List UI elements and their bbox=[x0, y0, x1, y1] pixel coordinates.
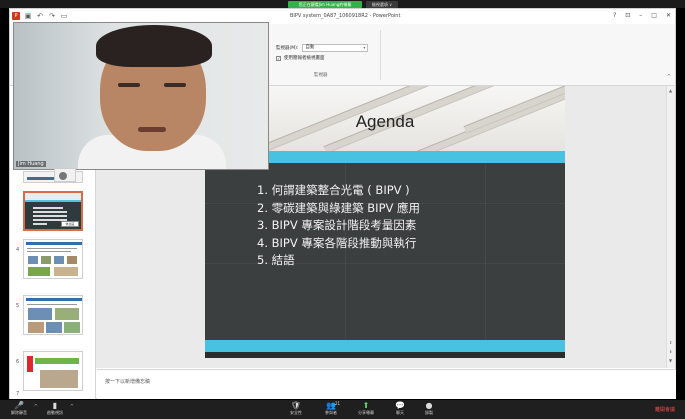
microphone-icon: 🎤 bbox=[14, 401, 24, 410]
thumbnail-number: 5 bbox=[16, 303, 20, 309]
shield-icon: 🛡 bbox=[290, 401, 302, 410]
window-title: BIPV system_0A87_1060918R2 - PowerPoint bbox=[290, 13, 401, 19]
chevron-up-icon[interactable]: ^ bbox=[70, 404, 74, 410]
record-button[interactable]: ● 錄製 bbox=[414, 401, 444, 416]
slide-thumbnail[interactable] bbox=[23, 295, 83, 335]
chat-icon: 💬 bbox=[395, 401, 405, 410]
collapse-ribbon-icon[interactable]: ^ bbox=[667, 74, 671, 80]
thumbnail-number: 7 bbox=[16, 391, 20, 397]
chevron-down-icon: ▾ bbox=[363, 45, 366, 50]
start-slideshow-icon[interactable]: ▭ bbox=[60, 12, 68, 20]
previous-slide-icon[interactable]: ⇞ bbox=[669, 340, 672, 345]
save-icon[interactable]: ▣ bbox=[24, 12, 32, 20]
presenter-view-label: 使用簡報者檢視畫面 bbox=[284, 56, 325, 61]
agenda-list: 1. 何謂建築整合光電 ( BIPV ) 2. 零碳建築與綠建築 BIPV 應用… bbox=[257, 182, 420, 270]
person-icon bbox=[59, 172, 67, 180]
participant-name-label: Jim Huang bbox=[16, 161, 46, 167]
share-screen-icon: ⬆ bbox=[362, 401, 370, 410]
participant-count-badge: 21 bbox=[335, 401, 341, 406]
screen-share-bar: 您正在觀看Jim Huang的螢幕 檢視選項 ∨ bbox=[0, 0, 685, 8]
sharing-status-pill: 您正在觀看Jim Huang的螢幕 bbox=[288, 1, 362, 8]
ribbon-display-icon[interactable]: ⊡ bbox=[625, 12, 630, 19]
slide-thumbnail[interactable] bbox=[23, 351, 83, 391]
leave-meeting-button[interactable]: 離開會議 bbox=[655, 406, 675, 413]
unmute-button[interactable]: 🎤 解除靜音 ^ bbox=[4, 401, 38, 416]
record-icon: ● bbox=[425, 401, 433, 410]
slide-thumbnail-selected[interactable]: 休息區 bbox=[23, 191, 83, 231]
redo-icon[interactable]: ↷ bbox=[48, 12, 56, 20]
thumbnail-number: 4 bbox=[16, 247, 20, 253]
thumbnail-label: 休息區 bbox=[61, 221, 79, 227]
agenda-item: 4. BIPV 專案各階段推動與執行 bbox=[257, 235, 417, 250]
presenter-view-checkbox[interactable]: ✓ bbox=[276, 55, 281, 61]
start-video-button[interactable]: ▮ 啟動視訊 ^ bbox=[40, 401, 74, 416]
security-button[interactable]: 🛡 安全性 bbox=[281, 401, 311, 416]
quick-access-toolbar: P ▣ ↶ ↷ ▭ bbox=[12, 12, 68, 20]
presenter-view-row: ✓ 使用簡報者檢視畫面 bbox=[276, 55, 325, 61]
window-controls: ? ⊡ – □ ✕ bbox=[613, 12, 671, 19]
notes-placeholder: 按一下以新增備忘稿 bbox=[105, 379, 151, 385]
agenda-item: 1. 何謂建築整合光電 ( BIPV ) bbox=[257, 183, 410, 197]
help-icon[interactable]: ? bbox=[613, 12, 616, 19]
thumbnail-number: 6 bbox=[16, 359, 20, 365]
minimize-icon[interactable]: – bbox=[639, 12, 642, 19]
slide-footer-strip bbox=[205, 352, 565, 358]
slide-body: 1. 何謂建築整合光電 ( BIPV ) 2. 零碳建築與綠建築 BIPV 應用… bbox=[205, 163, 565, 340]
view-options-button[interactable]: 檢視選項 ∨ bbox=[366, 1, 398, 8]
chat-button[interactable]: 💬 聊天 bbox=[385, 401, 415, 416]
participants-button[interactable]: 👥 21 參與者 bbox=[316, 401, 346, 416]
maximize-icon[interactable]: □ bbox=[651, 12, 657, 19]
video-minimize-handle[interactable] bbox=[54, 168, 76, 182]
agenda-item: 3. BIPV 專案設計階段考量因素 bbox=[257, 218, 417, 232]
monitor-select-value: 自動 bbox=[305, 45, 315, 50]
scroll-down-icon[interactable]: ▼ bbox=[669, 358, 672, 363]
monitor-row: 監視器(M): 自動 ▾ bbox=[276, 44, 369, 52]
participants-icon: 👥 bbox=[326, 401, 336, 410]
monitor-label: 監視器(M): bbox=[276, 46, 299, 51]
meeting-toolbar: 🎤 解除靜音 ^ ▮ 啟動視訊 ^ 🛡 安全性 👥 21 參與者 ⬆ 分享螢幕 … bbox=[0, 400, 685, 419]
notes-pane[interactable]: 按一下以新增備忘稿 bbox=[97, 369, 676, 399]
participant-video[interactable]: Jim Huang bbox=[13, 22, 269, 170]
slide-thumbnail[interactable] bbox=[23, 239, 83, 279]
camera-icon: ▮ bbox=[52, 401, 58, 410]
slide-accent-band-bottom bbox=[205, 340, 565, 352]
section-number-badge bbox=[27, 356, 33, 372]
close-icon[interactable]: ✕ bbox=[666, 12, 671, 19]
chevron-up-icon[interactable]: ^ bbox=[34, 404, 38, 410]
agenda-item: 5. 結語 bbox=[257, 253, 295, 267]
vertical-scrollbar[interactable]: ▲ ⇞ ⇟ ▼ bbox=[666, 86, 675, 368]
undo-icon[interactable]: ↶ bbox=[36, 12, 44, 20]
ribbon-group-separator bbox=[380, 30, 381, 80]
next-slide-icon[interactable]: ⇟ bbox=[669, 349, 672, 354]
ribbon-group-label: 監視器 bbox=[314, 73, 328, 78]
agenda-item: 2. 零碳建築與綠建築 BIPV 應用 bbox=[257, 200, 421, 215]
powerpoint-app-icon: P bbox=[12, 12, 20, 20]
share-screen-button[interactable]: ⬆ 分享螢幕 bbox=[351, 401, 381, 416]
scroll-up-icon[interactable]: ▲ bbox=[669, 88, 672, 93]
monitor-select[interactable]: 自動 ▾ bbox=[302, 44, 369, 52]
